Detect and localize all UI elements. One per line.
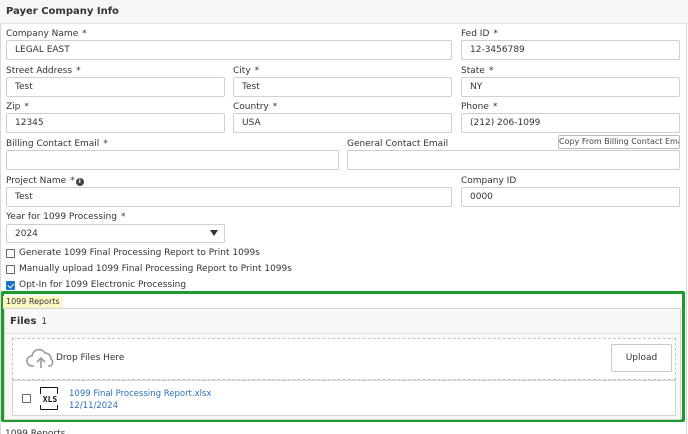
electronic-processing-label: Opt-In for 1099 Electronic Processing	[19, 280, 187, 290]
billing-email-label: Billing Contact Email *	[6, 139, 108, 149]
general-email-input[interactable]	[347, 150, 680, 170]
street-address-label: Street Address *	[6, 66, 81, 76]
zip-input[interactable]: 12345	[6, 113, 225, 133]
xls-file-icon: XLS	[39, 387, 61, 410]
zip-label: Zip *	[6, 102, 29, 112]
company-id-label: Company ID	[461, 176, 517, 186]
file-name-link[interactable]: 1099 Final Processing Report.xlsx	[69, 389, 211, 399]
option-generate-report[interactable]: Generate 1099 Final Processing Report to…	[6, 248, 306, 260]
info-icon[interactable]: i	[75, 178, 84, 186]
xls-icon-text: XLS	[39, 394, 61, 405]
city-label: City *	[233, 66, 260, 76]
files-panel: Files 1 Drop Files Here Upload XLS 1099 F…	[4, 308, 681, 420]
state-input[interactable]: NY	[461, 77, 680, 97]
manual-upload-checkbox[interactable]	[6, 265, 15, 274]
electronic-processing-checkbox[interactable]	[6, 281, 15, 290]
files-label: Files	[10, 316, 37, 327]
section-header: Payer Company Info	[0, 0, 688, 24]
file-dropzone[interactable]: Drop Files Here Upload	[12, 338, 676, 380]
billing-email-input[interactable]	[6, 150, 339, 170]
option-manual-upload[interactable]: Manually upload 1099 Final Processing Re…	[6, 264, 306, 276]
company-id-input[interactable]: 0000	[461, 187, 680, 207]
phone-label: Phone *	[461, 102, 498, 112]
country-input[interactable]: USA	[233, 113, 452, 133]
file-row: XLS 1099 Final Processing Report.xlsx 12…	[12, 380, 676, 416]
generate-report-label: Generate 1099 Final Processing Report to…	[19, 248, 260, 258]
general-email-label: General Contact Email	[347, 139, 449, 149]
section-title: Payer Company Info	[6, 6, 119, 17]
caret-down-icon	[210, 230, 218, 236]
next-section-label-cut: 1099 Reports	[5, 429, 66, 434]
phone-input[interactable]: (212) 206-1099	[461, 113, 680, 133]
upload-button[interactable]: Upload	[611, 344, 672, 372]
copy-billing-email-button[interactable]: Copy From Billing Contact Email	[558, 135, 680, 149]
generate-report-checkbox[interactable]	[6, 249, 15, 258]
file-select-checkbox[interactable]	[22, 394, 31, 403]
year-label: Year for 1099 Processing *	[6, 212, 126, 222]
dropzone-text: Drop Files Here	[56, 353, 125, 363]
project-name-input[interactable]: Test	[6, 187, 452, 207]
manual-upload-label: Manually upload 1099 Final Processing Re…	[19, 264, 292, 274]
year-select[interactable]: 2024	[6, 224, 225, 243]
files-count: 1	[41, 317, 48, 327]
street-address-input[interactable]: Test	[6, 77, 225, 97]
fed-id-label: Fed ID *	[461, 29, 498, 39]
files-divider	[5, 333, 680, 334]
company-name-label: Company Name *	[6, 29, 87, 39]
fed-id-input[interactable]: 12-3456789	[461, 40, 680, 60]
cloud-upload-icon	[26, 348, 54, 368]
files-heading: Files 1	[10, 316, 47, 327]
company-name-input[interactable]: LEGAL EAST	[6, 40, 452, 60]
country-label: Country *	[233, 102, 278, 112]
state-label: State *	[461, 66, 494, 76]
city-input[interactable]: Test	[233, 77, 452, 97]
project-name-label: Project Name * i	[6, 176, 84, 186]
file-date: 12/11/2024	[69, 401, 118, 411]
year-select-value: 2024	[15, 229, 38, 239]
